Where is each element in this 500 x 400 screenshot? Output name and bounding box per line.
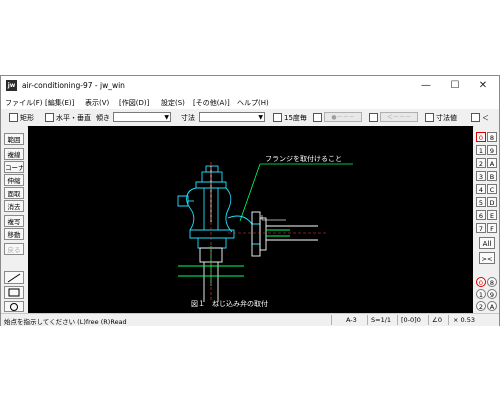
drawing-canvas[interactable]: フランジを取付けること 図１ ねじ込み弁の取付: [28, 126, 473, 313]
left-tool-panel: 範囲 複線 コーナー 伸縮 面取 消去 複写 移動 戻る: [1, 126, 27, 313]
title-bar: jw air-conditioning-97 - jw_win — ☐ ✕: [1, 76, 499, 96]
layer-group-0-button[interactable]: 0: [476, 132, 486, 142]
close-button[interactable]: ✕: [476, 79, 490, 93]
status-bar: 始点を指示してください (L)free (R)Read A-3 S=1/1 [0…: [1, 313, 499, 326]
menu-help[interactable]: ヘルプ(H): [237, 98, 269, 108]
menu-draw[interactable]: [作図(D)]: [119, 98, 149, 108]
hv-label: 水平・垂直: [56, 114, 91, 122]
layer-group-3-button[interactable]: 3: [476, 171, 486, 181]
figure-caption: 図１ ねじ込み弁の取付: [191, 299, 268, 308]
layer-group-7-button[interactable]: 7: [476, 223, 486, 233]
circle-icon: [10, 303, 18, 311]
layer-group-5-button[interactable]: 5: [476, 197, 486, 207]
tool-chamfer-button[interactable]: 面取: [4, 187, 24, 199]
last-label: ＜: [482, 114, 489, 122]
arrow-checkbox[interactable]: [369, 113, 378, 122]
layer-group-9-button[interactable]: 9: [487, 145, 497, 155]
layer-group-d-button[interactable]: D: [487, 197, 497, 207]
all-layers-button[interactable]: All: [479, 237, 495, 249]
layer-a-button[interactable]: A: [487, 301, 497, 311]
layer-2-button[interactable]: 2: [476, 301, 486, 311]
dim-combo[interactable]: ▼: [199, 112, 265, 122]
cad-drawing: フランジを取付けること 図１ ねじ込み弁の取付: [177, 154, 353, 308]
paper-size[interactable]: A-3: [346, 316, 357, 324]
swap-layers-button[interactable]: ><: [479, 252, 495, 264]
layer-group-6-button[interactable]: 6: [476, 210, 486, 220]
chevron-down-icon: ▼: [164, 114, 169, 121]
tool-offset-button[interactable]: 複線: [4, 148, 24, 160]
app-icon: jw: [6, 80, 17, 91]
tool-rect-button[interactable]: [4, 286, 24, 299]
tool-options-bar: 矩形 水平・垂直 傾き ▼ 寸法 ▼ 15度毎 ●－－－ ＜－－－ 寸法値 ＜: [1, 109, 499, 127]
window-title: air-conditioning-97 - jw_win: [22, 81, 125, 90]
app-window: jw air-conditioning-97 - jw_win — ☐ ✕ ファ…: [0, 75, 500, 326]
layer-group-a-button[interactable]: A: [487, 158, 497, 168]
point-button[interactable]: ●－－－: [324, 112, 362, 122]
dim-label: 寸法: [181, 114, 195, 122]
tool-move-button[interactable]: 移動: [4, 228, 24, 240]
menu-view[interactable]: 表示(V): [85, 98, 109, 108]
rectangle-icon: [8, 288, 20, 297]
menu-file[interactable]: ファイル(F): [5, 98, 43, 108]
menu-edit[interactable]: [編集(E)]: [45, 98, 74, 108]
layer-0-button[interactable]: 0: [476, 277, 486, 287]
layer-1-button[interactable]: 1: [476, 289, 486, 299]
layer-group-c-button[interactable]: C: [487, 184, 497, 194]
layer-group-2-button[interactable]: 2: [476, 158, 486, 168]
layer-group-4-button[interactable]: 4: [476, 184, 486, 194]
status-prompt: 始点を指示してください (L)free (R)Read: [4, 318, 127, 326]
hv-checkbox[interactable]: [45, 113, 54, 122]
layer-group-e-button[interactable]: E: [487, 210, 497, 220]
rect-checkbox[interactable]: [9, 113, 18, 122]
slope-label: 傾き: [96, 114, 110, 122]
layer-9-button[interactable]: 9: [487, 289, 497, 299]
layer-group-8-button[interactable]: 8: [487, 132, 497, 142]
angle-readout[interactable]: ∠0: [432, 316, 442, 324]
zoom-readout[interactable]: × 0.53: [453, 316, 475, 324]
slope-combo[interactable]: ▼: [113, 112, 171, 122]
minimize-button[interactable]: —: [419, 79, 433, 93]
layer-group-1-button[interactable]: 1: [476, 145, 486, 155]
tool-undo-button[interactable]: 戻る: [4, 243, 24, 255]
last-checkbox[interactable]: [471, 113, 480, 122]
flange-drawing: [199, 166, 318, 302]
tool-erase-button[interactable]: 消去: [4, 200, 24, 212]
maximize-button[interactable]: ☐: [448, 79, 462, 93]
deg15-label: 15度毎: [284, 114, 307, 122]
deg15-checkbox[interactable]: [273, 113, 282, 122]
tool-range-button[interactable]: 範囲: [4, 133, 24, 145]
line-icon: [7, 273, 21, 283]
menu-other[interactable]: [その他(A)]: [193, 98, 230, 108]
point-checkbox[interactable]: [313, 113, 322, 122]
current-layer[interactable]: [0-0]0: [401, 316, 421, 324]
drawing-scale[interactable]: S=1/1: [371, 316, 391, 324]
layer-group-b-button[interactable]: B: [487, 171, 497, 181]
layer-group-f-button[interactable]: F: [487, 223, 497, 233]
tool-circle-button[interactable]: [4, 301, 24, 312]
valve-drawing: [177, 165, 261, 249]
annotation-text: フランジを取付けること: [265, 154, 342, 163]
tool-corner-button[interactable]: コーナー: [4, 161, 24, 173]
menu-settings[interactable]: 設定(S): [161, 98, 185, 108]
tool-line-button[interactable]: [4, 271, 24, 284]
dimvalue-checkbox[interactable]: [425, 113, 434, 122]
menu-bar: ファイル(F) [編集(E)] 表示(V) [作図(D)] 設定(S) [その他…: [1, 96, 499, 109]
chevron-down-icon: ▼: [258, 114, 263, 121]
tool-copy-button[interactable]: 複写: [4, 215, 24, 227]
dimvalue-label: 寸法値: [436, 114, 457, 122]
rect-label: 矩形: [20, 114, 34, 122]
arrow-button[interactable]: ＜－－－: [380, 112, 418, 122]
layer-panel: 0 8 1 9 2 A 3 B 4 C 5 D 6 E 7 F All >< 0…: [474, 126, 499, 313]
tool-stretch-button[interactable]: 伸縮: [4, 174, 24, 186]
layer-8-button[interactable]: 8: [487, 277, 497, 287]
